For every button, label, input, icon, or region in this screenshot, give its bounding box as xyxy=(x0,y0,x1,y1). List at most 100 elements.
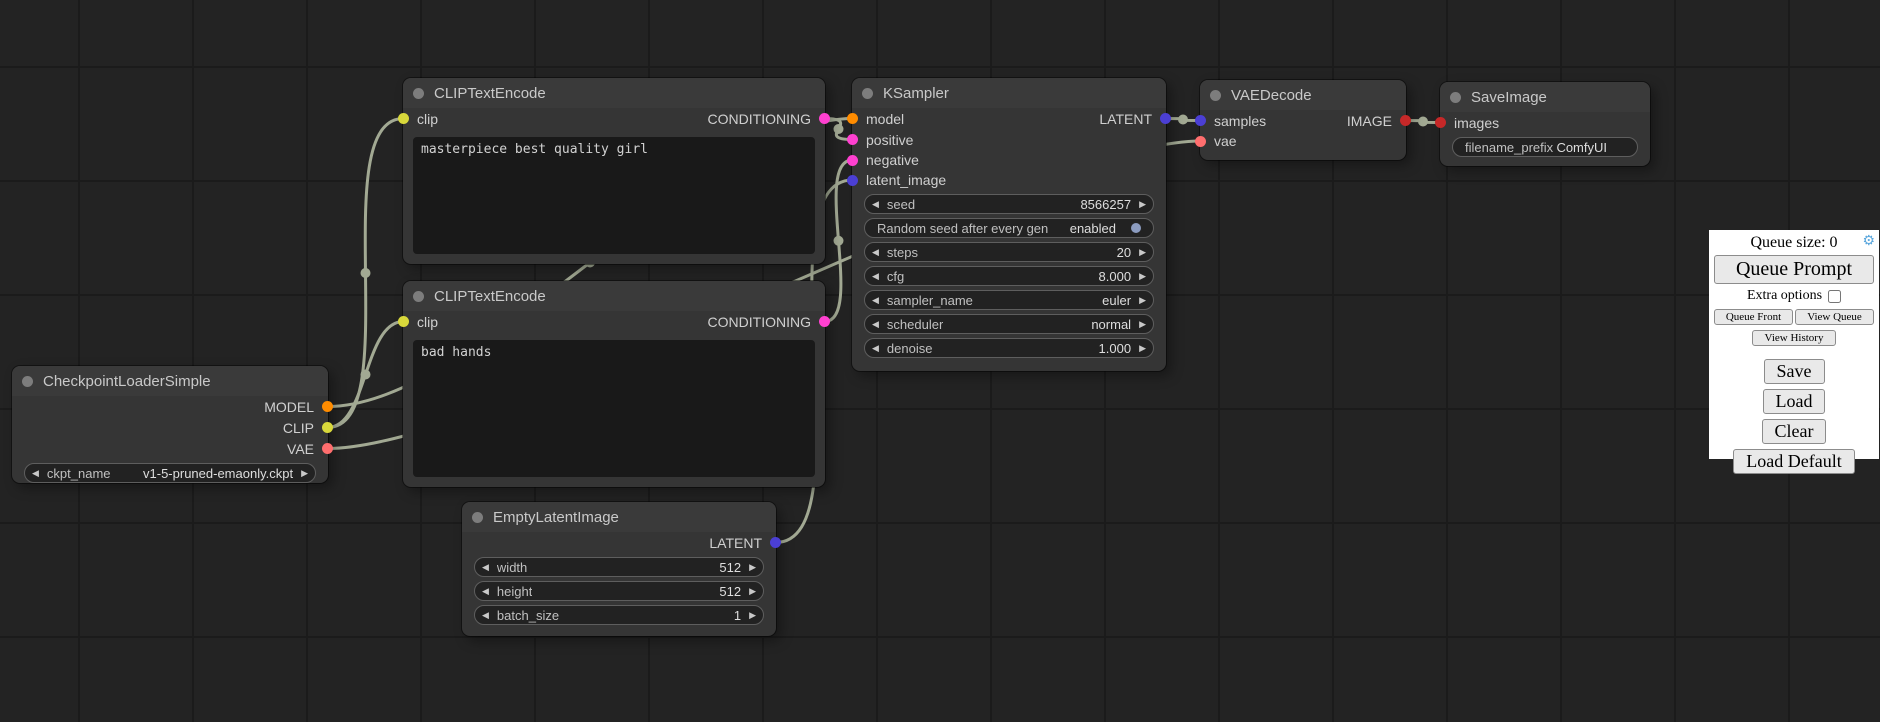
widget-value: 512 xyxy=(719,584,741,599)
slot-row: clip CONDITIONING xyxy=(403,108,825,129)
seed-widget[interactable]: ◀ seed 8566257 ▶ xyxy=(864,194,1154,214)
conditioning-output-port[interactable] xyxy=(819,316,830,327)
decrement-arrow-icon[interactable]: ◀ xyxy=(482,611,489,620)
latent-image-input-port[interactable] xyxy=(847,175,858,186)
batch-size-widget[interactable]: ◀ batch_size 1 ▶ xyxy=(474,605,764,625)
widget-label: Random seed after every gen xyxy=(877,221,1048,236)
increment-arrow-icon[interactable]: ▶ xyxy=(1139,344,1146,353)
load-default-button[interactable]: Load Default xyxy=(1733,449,1854,474)
decrement-arrow-icon[interactable]: ◀ xyxy=(482,563,489,572)
decrement-arrow-icon[interactable]: ◀ xyxy=(32,469,39,478)
samples-input-port[interactable] xyxy=(1195,115,1206,126)
node-title-bar[interactable]: KSampler xyxy=(852,78,1166,108)
increment-arrow-icon[interactable]: ▶ xyxy=(749,563,756,572)
increment-arrow-icon[interactable]: ▶ xyxy=(1139,200,1146,209)
filename-prefix-widget[interactable]: filename_prefix ComfyUI xyxy=(1452,137,1638,157)
toggle-dot-icon[interactable] xyxy=(1131,223,1141,233)
decrement-arrow-icon[interactable]: ◀ xyxy=(872,272,879,281)
increment-arrow-icon[interactable]: ▶ xyxy=(1139,272,1146,281)
collapse-dot-icon[interactable] xyxy=(22,376,33,387)
denoise-widget[interactable]: ◀ denoise 1.000 ▶ xyxy=(864,338,1154,358)
images-input-port[interactable] xyxy=(1435,117,1446,128)
node-clip-text-encode-positive[interactable]: CLIPTextEncode clip CONDITIONING masterp… xyxy=(403,78,825,264)
graph-canvas[interactable]: { "canvas": { "background": "#232323", "… xyxy=(0,0,1880,722)
collapse-dot-icon[interactable] xyxy=(1210,90,1221,101)
latent-output-port[interactable] xyxy=(1160,113,1171,124)
height-widget[interactable]: ◀ height 512 ▶ xyxy=(474,581,764,601)
node-save-image[interactable]: SaveImage images filename_prefix ComfyUI xyxy=(1440,82,1650,166)
slot-label: CONDITIONING xyxy=(708,314,811,330)
increment-arrow-icon[interactable]: ▶ xyxy=(1139,296,1146,305)
sampler-name-widget[interactable]: ◀ sampler_name euler ▶ xyxy=(864,290,1154,310)
node-empty-latent-image[interactable]: EmptyLatentImage LATENT ◀ width 512 ▶ ◀ … xyxy=(462,502,776,636)
collapse-dot-icon[interactable] xyxy=(1450,92,1461,103)
random-seed-toggle-widget[interactable]: Random seed after every gen enabled xyxy=(864,218,1154,238)
clip-input-port[interactable] xyxy=(398,316,409,327)
view-history-button[interactable]: View History xyxy=(1752,330,1837,346)
decrement-arrow-icon[interactable]: ◀ xyxy=(482,587,489,596)
increment-arrow-icon[interactable]: ▶ xyxy=(1139,320,1146,329)
clear-button[interactable]: Clear xyxy=(1762,419,1827,444)
cfg-widget[interactable]: ◀ cfg 8.000 ▶ xyxy=(864,266,1154,286)
collapse-dot-icon[interactable] xyxy=(472,512,483,523)
node-title-bar[interactable]: CLIPTextEncode xyxy=(403,78,825,108)
collapse-dot-icon[interactable] xyxy=(413,88,424,99)
prompt-textarea[interactable]: masterpiece best quality girl xyxy=(413,137,815,254)
queue-front-button[interactable]: Queue Front xyxy=(1714,309,1793,325)
negative-input-port[interactable] xyxy=(847,155,858,166)
prompt-textarea[interactable]: bad hands xyxy=(413,340,815,477)
node-title-bar[interactable]: CLIPTextEncode xyxy=(403,281,825,311)
clip-output-port[interactable] xyxy=(322,422,333,433)
collapse-dot-icon[interactable] xyxy=(413,291,424,302)
node-ksampler[interactable]: KSampler model LATENT positive negative … xyxy=(852,78,1166,371)
decrement-arrow-icon[interactable]: ◀ xyxy=(872,320,879,329)
image-output-port[interactable] xyxy=(1400,115,1411,126)
widget-label: seed xyxy=(887,197,915,212)
steps-widget[interactable]: ◀ steps 20 ▶ xyxy=(864,242,1154,262)
node-checkpoint-loader[interactable]: CheckpointLoaderSimple MODEL CLIP VAE ◀ … xyxy=(12,366,328,483)
scheduler-widget[interactable]: ◀ scheduler normal ▶ xyxy=(864,314,1154,334)
output-slot-latent: LATENT xyxy=(462,532,776,553)
slot-label: clip xyxy=(417,314,438,330)
decrement-arrow-icon[interactable]: ◀ xyxy=(872,200,879,209)
node-title-bar[interactable]: SaveImage xyxy=(1440,82,1650,112)
node-vae-decode[interactable]: VAEDecode samples IMAGE vae xyxy=(1200,80,1406,160)
extra-options-checkbox[interactable] xyxy=(1828,290,1841,303)
model-output-port[interactable] xyxy=(322,401,333,412)
node-title-bar[interactable]: EmptyLatentImage xyxy=(462,502,776,532)
decrement-arrow-icon[interactable]: ◀ xyxy=(872,296,879,305)
collapse-dot-icon[interactable] xyxy=(862,88,873,99)
slot-label: positive xyxy=(866,132,913,148)
increment-arrow-icon[interactable]: ▶ xyxy=(301,469,308,478)
increment-arrow-icon[interactable]: ▶ xyxy=(1139,248,1146,257)
increment-arrow-icon[interactable]: ▶ xyxy=(749,587,756,596)
view-queue-button[interactable]: View Queue xyxy=(1795,309,1874,325)
vae-input-port[interactable] xyxy=(1195,136,1206,147)
settings-gear-icon[interactable]: ⚙ xyxy=(1862,233,1875,250)
input-slot-positive: positive xyxy=(852,129,1166,150)
comfy-menu-panel[interactable]: Queue size: 0 ⚙ Queue Prompt Extra optio… xyxy=(1709,230,1879,459)
node-title-bar[interactable]: VAEDecode xyxy=(1200,80,1406,110)
node-title-bar[interactable]: CheckpointLoaderSimple xyxy=(12,366,328,396)
widget-label: sampler_name xyxy=(887,293,973,308)
save-button[interactable]: Save xyxy=(1764,359,1825,384)
node-title: CLIPTextEncode xyxy=(434,288,546,305)
widget-label: cfg xyxy=(887,269,904,284)
load-button[interactable]: Load xyxy=(1763,389,1826,414)
slot-label: IMAGE xyxy=(1347,113,1392,129)
positive-input-port[interactable] xyxy=(847,134,858,145)
decrement-arrow-icon[interactable]: ◀ xyxy=(872,248,879,257)
node-title: KSampler xyxy=(883,85,949,102)
model-input-port[interactable] xyxy=(847,113,858,124)
latent-output-port[interactable] xyxy=(770,537,781,548)
queue-prompt-button[interactable]: Queue Prompt xyxy=(1714,255,1874,284)
vae-output-port[interactable] xyxy=(322,443,333,454)
width-widget[interactable]: ◀ width 512 ▶ xyxy=(474,557,764,577)
increment-arrow-icon[interactable]: ▶ xyxy=(749,611,756,620)
decrement-arrow-icon[interactable]: ◀ xyxy=(872,344,879,353)
widget-value: euler xyxy=(1102,293,1131,308)
node-clip-text-encode-negative[interactable]: CLIPTextEncode clip CONDITIONING bad han… xyxy=(403,281,825,487)
ckpt-name-widget[interactable]: ◀ ckpt_name v1-5-pruned-emaonly.ckpt ▶ xyxy=(24,463,316,483)
clip-input-port[interactable] xyxy=(398,113,409,124)
conditioning-output-port[interactable] xyxy=(819,113,830,124)
